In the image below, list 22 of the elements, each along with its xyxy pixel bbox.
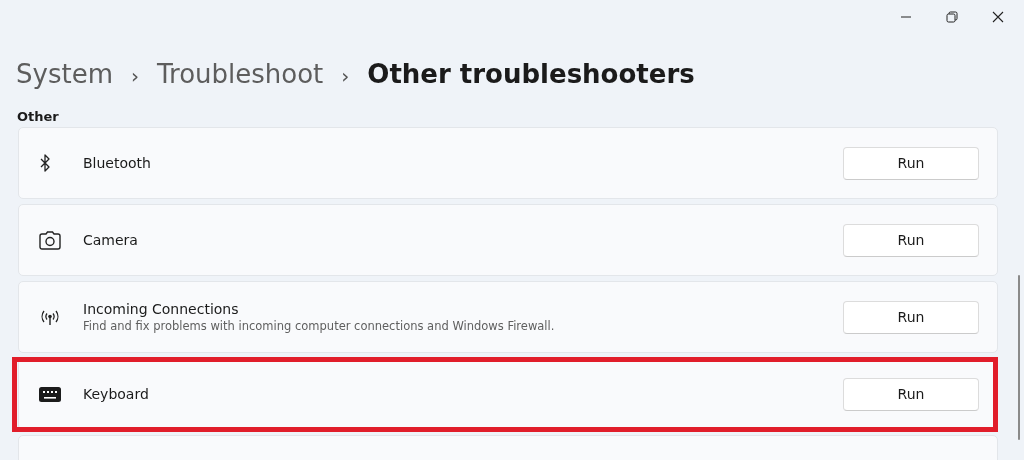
bluetooth-icon [39, 154, 51, 172]
restore-icon[interactable] [946, 11, 958, 23]
troubleshooter-name: Camera [83, 232, 139, 248]
troubleshooter-name: Bluetooth [83, 155, 152, 171]
run-button[interactable]: Run [843, 146, 979, 180]
keyboard-icon [39, 386, 61, 402]
close-icon[interactable] [992, 11, 1004, 23]
breadcrumb-item: Other troubleshooters [367, 59, 695, 89]
breadcrumb-separator: › [341, 64, 350, 88]
run-button[interactable]: Run [843, 300, 979, 334]
antenna-icon [39, 308, 61, 326]
camera-icon [39, 230, 61, 250]
breadcrumb-item[interactable]: System [16, 59, 113, 89]
scrollbar[interactable] [1018, 275, 1020, 440]
run-button[interactable]: Run [843, 223, 979, 257]
breadcrumb-item[interactable]: Troubleshoot [156, 59, 324, 89]
section-title: Other [16, 108, 60, 126]
troubleshooter-description: Find and fix problems with incoming computer connections and Windows Firewall. [83, 319, 556, 333]
run-button[interactable]: Run [843, 377, 979, 411]
breadcrumb-separator: › [130, 64, 139, 88]
troubleshooter-name: Keyboard [83, 386, 150, 402]
troubleshooter-name: Incoming Connections [83, 301, 240, 317]
